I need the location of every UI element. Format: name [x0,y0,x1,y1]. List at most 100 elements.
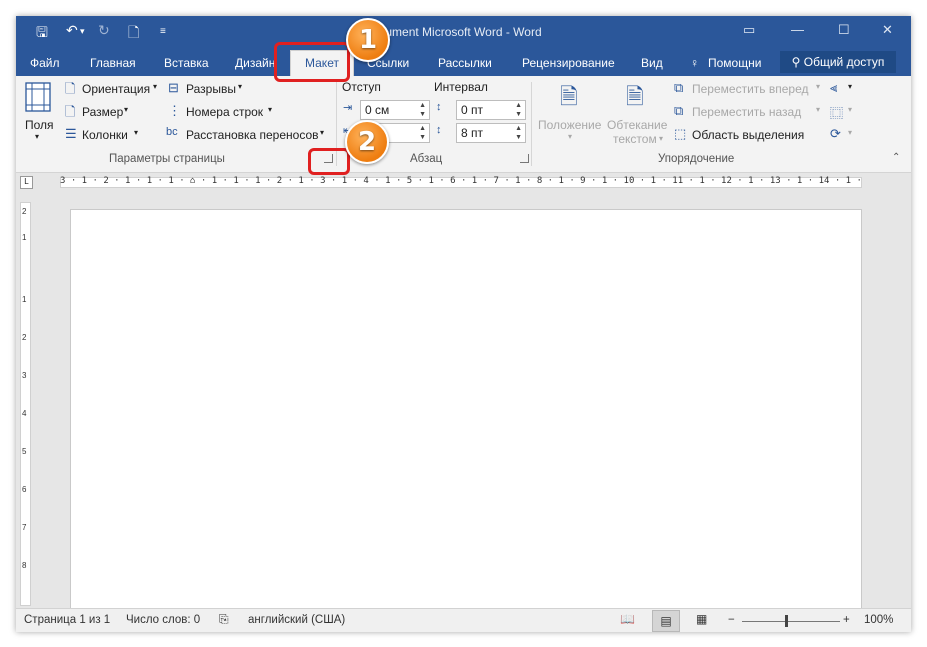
person-icon: ⚲ [791,55,804,69]
spin-arrows-icon[interactable]: ▲ ▼ [515,124,522,142]
close-icon[interactable]: ✕ [882,22,893,38]
maximize-icon[interactable]: ☐ [838,22,850,38]
align-icon[interactable]: ⫷ [830,80,837,96]
bring-forward-button[interactable]: Переместить вперед [692,82,808,96]
breaks-button[interactable]: Разрывы [186,82,236,96]
ruler-number: 2 [22,207,27,216]
minimize-icon[interactable]: — [791,22,804,37]
spacing-before-field[interactable]: 0 пт ▲ ▼ [456,100,526,120]
bring-forward-dropdown-icon[interactable]: ▾ [816,82,820,91]
position-button[interactable]: Положение [538,118,601,132]
size-icon: 🗋 [65,104,76,119]
horizontal-ruler[interactable]: L 3 · 1 · 2 · 1 · 1 · 1 · ⌂ · 1 · 1 · 1 … [16,173,911,193]
vertical-ruler[interactable]: 2 1 1 2 3 4 5 6 7 8 [20,202,31,606]
rotate-icon[interactable]: ⟳ [830,126,841,142]
tab-selector-icon[interactable]: L [20,176,33,189]
spacing-before-icon: ↕ [436,101,442,113]
ruler-number: 2 [22,333,27,342]
tab-mailings[interactable]: Рассылки [438,56,492,70]
columns-dropdown-icon[interactable]: ▾ [134,128,138,137]
launcher-highlight [308,148,350,175]
paragraph-dialog-launcher[interactable] [520,154,529,163]
hyphenation-icon: bc [166,126,178,138]
tell-me-box[interactable]: Помощни [708,56,761,70]
group-divider [531,82,532,166]
document-page[interactable] [70,209,862,609]
word-count[interactable]: Число слов: 0 [126,614,200,626]
group-objects-icon[interactable]: ⿴ [830,103,843,122]
ribbon-tabs: Файл Главная Вставка Дизайн Макет Ссылки… [16,48,911,77]
spacing-after-icon: ↕ [436,124,442,136]
hyphenation-dropdown-icon[interactable]: ▾ [320,128,324,137]
size-dropdown-icon[interactable]: ▾ [124,105,128,114]
orientation-icon: 🗋 [65,81,76,96]
wrap-text-dropdown-icon[interactable]: ▾ [659,134,663,143]
paragraph-group-label: Абзац [410,153,443,165]
proofing-icon[interactable]: ⎘ [219,612,229,627]
position-dropdown-icon[interactable]: ▾ [568,132,572,141]
print-layout-icon[interactable]: ▤ [652,610,680,632]
zoom-slider[interactable] [742,621,840,622]
title-bar: 🖫 ↶ ▾ ↻ 🗋 ≡ ument Microsoft Word - Word … [16,16,911,48]
arrange-group-label: Упорядочение [658,153,735,165]
share-button[interactable]: ⚲ Общий доступ [780,51,896,73]
status-bar: Страница 1 из 1 Число слов: 0 ⎘ английск… [16,608,911,632]
zoom-level[interactable]: 100% [864,614,893,626]
bring-forward-icon: ⧉ [674,80,684,95]
margins-icon [25,82,51,112]
word-window: 🖫 ↶ ▾ ↻ 🗋 ≡ ument Microsoft Word - Word … [16,16,911,632]
tab-review[interactable]: Рецензирование [522,56,615,70]
tab-view[interactable]: Вид [641,56,663,70]
breaks-dropdown-icon[interactable]: ▾ [238,82,242,91]
ribbon-display-icon[interactable]: ▭ [743,22,755,38]
tab-design[interactable]: Дизайн [235,56,275,70]
indent-label: Отступ [342,80,381,94]
ruler-number: 7 [22,523,27,532]
zoom-slider-thumb[interactable] [785,615,788,627]
hyphenation-button[interactable]: Расстановка переносов [186,128,319,142]
zoom-out-icon[interactable]: − [728,614,735,626]
orientation-dropdown-icon[interactable]: ▾ [153,82,157,91]
collapse-ribbon-icon[interactable]: ⌃ [892,152,900,163]
tab-insert[interactable]: Вставка [164,56,209,70]
send-backward-button[interactable]: Переместить назад [692,105,801,119]
selection-pane-button[interactable]: Область выделения [692,128,804,142]
tab-file[interactable]: Файл [30,56,60,70]
lightbulb-icon: ♀ [690,56,699,70]
wrap-text-icon: 🗎 [626,84,644,109]
ruler-number: 8 [22,561,27,570]
ruler-number: 4 [22,409,27,418]
line-numbers-button[interactable]: Номера строк [186,105,263,119]
align-dropdown-icon[interactable]: ▾ [848,82,852,91]
ruler-numbers: 3 · 1 · 2 · 1 · 1 · 1 · ⌂ · 1 · 1 · 1 · … [60,176,862,186]
tab-home[interactable]: Главная [90,56,136,70]
size-button[interactable]: Размер [82,105,123,119]
read-mode-icon[interactable]: 📖 [620,612,635,626]
page-count[interactable]: Страница 1 из 1 [24,614,110,626]
language-indicator[interactable]: английский (США) [248,614,345,626]
margins-label: Поля [25,118,54,132]
orientation-button[interactable]: Ориентация [82,82,150,96]
spin-arrows-icon[interactable]: ▲ ▼ [419,101,426,119]
web-layout-icon[interactable]: ▦ [696,612,707,626]
spacing-after-field[interactable]: 8 пт ▲ ▼ [456,123,526,143]
spacing-label: Интервал [434,80,488,94]
send-backward-dropdown-icon[interactable]: ▾ [816,105,820,114]
line-numbers-dropdown-icon[interactable]: ▾ [268,105,272,114]
wrap-text-label-2: текстом [613,132,657,146]
margins-dropdown-icon: ▾ [35,132,40,141]
group-dropdown-icon[interactable]: ▾ [848,105,852,114]
indent-left-field[interactable]: 0 см ▲ ▼ [360,100,430,120]
selection-pane-icon: ⬚ [674,126,687,141]
callout-badge-1: 1 [346,18,390,62]
window-title: ument Microsoft Word - Word [385,25,542,39]
zoom-in-icon[interactable]: + [843,614,850,626]
wrap-text-button[interactable]: Обтекание [607,118,667,132]
columns-button[interactable]: Колонки [82,128,128,142]
send-backward-icon: ⧉ [674,103,684,118]
indent-left-icon: ⇥ [343,102,353,114]
rotate-dropdown-icon[interactable]: ▾ [848,128,852,137]
spin-arrows-icon[interactable]: ▲ ▼ [419,124,426,142]
spin-arrows-icon[interactable]: ▲ ▼ [515,101,522,119]
spacing-before-value: 0 пт [461,103,484,117]
